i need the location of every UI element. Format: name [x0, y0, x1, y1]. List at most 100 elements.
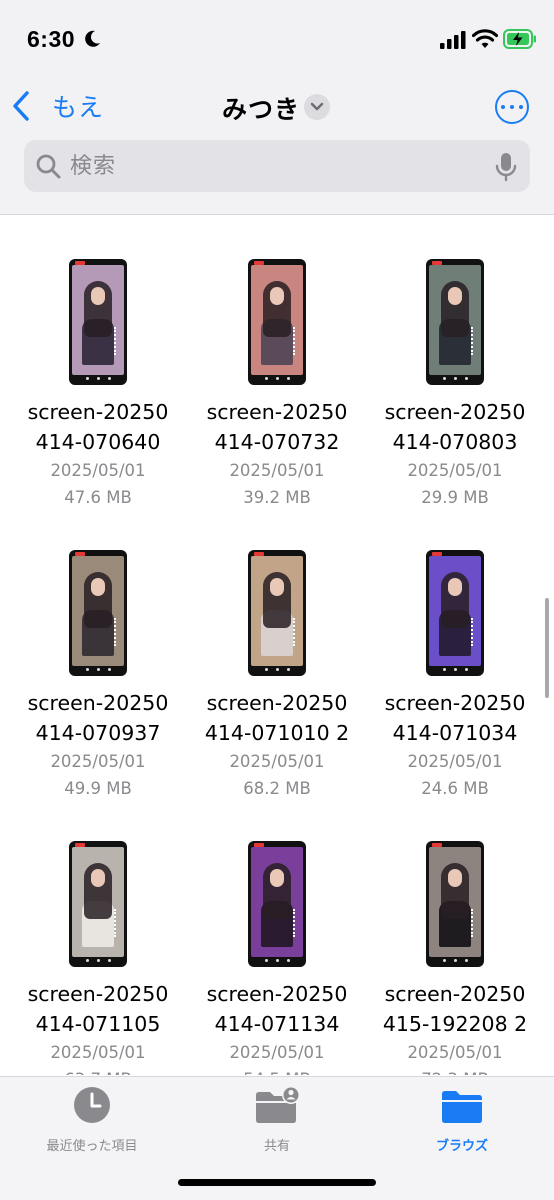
file-size: 49.9 MB [64, 779, 132, 798]
file-size: 63.7 MB [10, 1066, 186, 1075]
video-thumbnail [426, 259, 484, 385]
cellular-signal-icon [440, 31, 466, 49]
thumbnail-face [270, 578, 284, 596]
scroll-indicator[interactable] [545, 598, 549, 698]
video-thumbnail [69, 259, 127, 385]
file-name-line2: 414-070732 [214, 430, 340, 454]
thumbnail-nav-bar [69, 377, 127, 383]
tab-label: 最近使った項目 [46, 1139, 138, 1154]
file-item[interactable]: screen-20250 414-071010 2 2025/05/01 68.2 M… [189, 550, 365, 802]
file-name-line1: screen-20250 [27, 400, 169, 424]
file-date: 2025/05/01 [229, 1043, 325, 1062]
wifi-icon [472, 29, 498, 48]
live-badge [254, 261, 264, 265]
tab-recents[interactable]: 最近使った項目 [22, 1085, 162, 1154]
battery-charging-icon [503, 29, 536, 49]
file-name-line1: screen-20250 [206, 691, 348, 715]
thumbnail-face [448, 287, 462, 305]
thumbnail-side-icons [114, 909, 120, 937]
thumbnail-nav-bar [69, 959, 127, 965]
file-item[interactable]: screen-20250 414-070732 2025/05/01 39.2 MB [189, 259, 365, 511]
live-badge [75, 552, 85, 556]
file-name-line2: 414-071034 [392, 721, 518, 745]
file-name-line2: 414-070937 [35, 721, 161, 745]
file-date: 2025/05/01 [407, 1043, 503, 1062]
search-bar[interactable] [24, 140, 530, 192]
thumbnail-side-icons [114, 327, 120, 355]
file-size: 54.5 MB [189, 1066, 365, 1075]
video-thumbnail [248, 259, 306, 385]
thumbnail-side-icons [114, 618, 120, 646]
thumbnail-nav-bar [69, 668, 127, 674]
file-name-line2: 414-071105 [35, 1012, 161, 1036]
thumbnail-screen [72, 847, 124, 957]
thumbnail-face [91, 578, 105, 596]
file-item[interactable]: screen-20250 414-071034 2025/05/01 24.6 MB [367, 550, 543, 802]
thumbnail-screen [429, 847, 481, 957]
thumbnail-side-icons [293, 909, 299, 937]
thumbnail-face [91, 869, 105, 887]
live-badge [432, 552, 442, 556]
video-thumbnail [426, 550, 484, 676]
file-item[interactable]: screen-20250 414-071105 2025/05/01 63.7 MB [10, 841, 186, 1075]
back-button[interactable]: もえ [10, 86, 104, 126]
back-label: もえ [52, 93, 105, 122]
thumbnail-screen [429, 265, 481, 375]
folder-menu-button[interactable] [304, 94, 330, 120]
file-date: 2025/05/01 [229, 752, 325, 771]
file-name-line2: 414-070640 [35, 430, 161, 454]
file-size: 72.3 MB [367, 1066, 543, 1075]
video-thumbnail [426, 841, 484, 967]
thumbnail-screen [251, 265, 303, 375]
file-item[interactable]: screen-20250 414-070803 2025/05/01 29.9 MB [367, 259, 543, 511]
video-thumbnail [248, 841, 306, 967]
file-name-line1: screen-20250 [384, 691, 526, 715]
live-badge [432, 261, 442, 265]
thumbnail-screen [251, 847, 303, 957]
tab-label: ブラウズ [435, 1139, 488, 1154]
file-item[interactable]: screen-20250 414-071134 2025/05/01 54.5 MB [189, 841, 365, 1075]
moon-icon [85, 30, 100, 47]
video-thumbnail [248, 550, 306, 676]
thumbnail-side-icons [293, 618, 299, 646]
thumbnail-side-icons [293, 327, 299, 355]
file-size: 24.6 MB [421, 779, 489, 798]
ellipsis-dot [501, 105, 505, 109]
tab-shared[interactable]: 共有 [207, 1085, 347, 1154]
file-date: 2025/05/01 [407, 752, 503, 771]
shared-folder-icon [256, 1086, 300, 1123]
thumbnail-screen [72, 265, 124, 375]
file-name-line2: 414-070803 [392, 430, 518, 454]
search-input[interactable] [70, 140, 480, 192]
thumbnail-nav-bar [426, 668, 484, 674]
live-badge [432, 843, 442, 847]
search-icon [36, 154, 61, 179]
thumbnail-side-icons [471, 327, 477, 355]
microphone-icon[interactable] [494, 152, 518, 182]
thumbnail-nav-bar [426, 377, 484, 383]
file-name-line1: screen-20250 [206, 400, 348, 424]
file-date: 2025/05/01 [50, 1043, 146, 1062]
thumbnail-nav-bar [248, 668, 306, 674]
home-indicator[interactable] [178, 1179, 376, 1186]
video-thumbnail [69, 550, 127, 676]
file-name-line2: 415-192208 2 [382, 1012, 528, 1036]
thumbnail-side-icons [471, 618, 477, 646]
folder-title[interactable]: みつき [222, 90, 300, 126]
file-item[interactable]: screen-20250 415-192208 2 2025/05/01 72.3 M… [367, 841, 543, 1075]
file-item[interactable]: screen-20250 414-070640 2025/05/01 47.6 MB [10, 259, 186, 511]
file-item[interactable]: screen-20250 414-070937 2025/05/01 49.9 MB [10, 550, 186, 802]
file-date: 2025/05/01 [229, 461, 325, 480]
header: 6:30 もえ みつき [0, 0, 554, 215]
file-name-line1: screen-20250 [206, 982, 348, 1006]
ellipsis-dot [510, 105, 514, 109]
file-name-line1: screen-20250 [384, 982, 526, 1006]
file-name-line2: 414-071010 2 [204, 721, 350, 745]
tab-browse[interactable]: ブラウズ [392, 1085, 532, 1154]
live-badge [75, 261, 85, 265]
more-options-button[interactable] [495, 90, 529, 124]
file-size: 39.2 MB [243, 488, 311, 507]
file-date: 2025/05/01 [50, 752, 146, 771]
navigation-bar: もえ みつき [0, 82, 554, 132]
live-badge [254, 552, 264, 556]
